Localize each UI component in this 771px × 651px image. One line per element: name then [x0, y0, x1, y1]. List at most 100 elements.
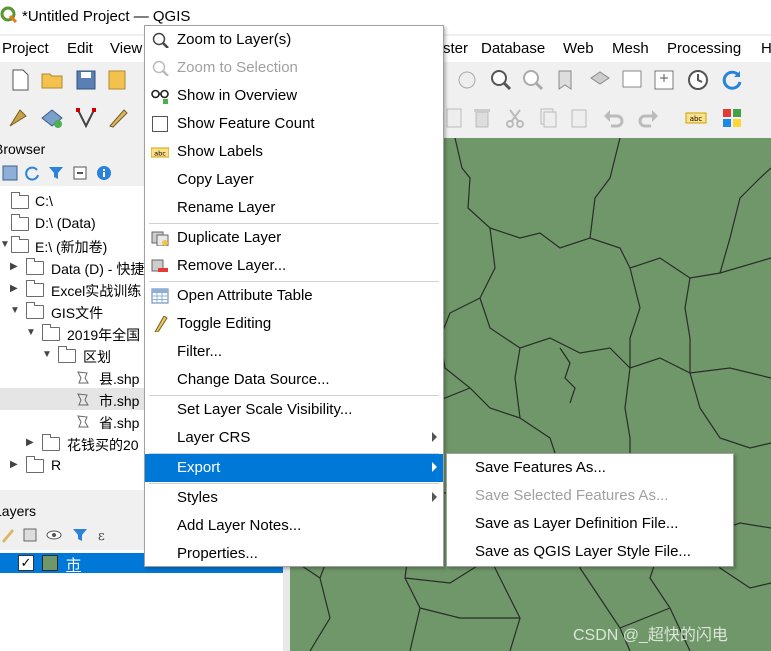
visibility-eye-icon[interactable] — [46, 527, 62, 543]
label-toolbar-icon[interactable]: abc — [684, 106, 708, 130]
new-project-icon[interactable] — [8, 68, 32, 92]
show-bookmarks-icon[interactable] — [588, 68, 612, 92]
submenu-arrow-icon — [432, 492, 437, 502]
folder-icon — [26, 456, 44, 473]
menu-add-layer-notes[interactable]: Add Layer Notes... — [145, 512, 443, 540]
zoom-native-icon[interactable] — [455, 68, 479, 92]
refresh-icon[interactable] — [720, 68, 744, 92]
properties-info-icon[interactable] — [96, 165, 112, 181]
menu-show-in-overview[interactable]: Show in Overview — [145, 82, 443, 110]
menu-change-data-source[interactable]: Change Data Source... — [145, 366, 443, 394]
zoom-layer-icon — [152, 32, 169, 48]
export-submenu: Save Features As... Save Selected Featur… — [446, 453, 734, 567]
edit-icon[interactable] — [444, 106, 468, 130]
shortcut-folder-icon — [26, 258, 44, 275]
add-group-icon[interactable] — [22, 527, 38, 543]
menu-copy-layer[interactable]: Copy Layer — [145, 166, 443, 194]
menu-save-selected-features-as[interactable]: Save Selected Features As... — [447, 482, 733, 510]
menu-processing[interactable]: Processing — [667, 40, 741, 57]
filter-browser-icon[interactable] — [48, 165, 64, 181]
menu-filter[interactable]: Filter... — [145, 338, 443, 366]
menu-edit[interactable]: Edit — [67, 40, 93, 57]
add-selected-icon[interactable] — [2, 165, 18, 181]
refresh-browser-icon[interactable] — [24, 165, 40, 181]
menu-zoom-to-selection[interactable]: Zoom to Selection — [145, 54, 443, 82]
delete-selected-icon[interactable] — [470, 106, 494, 130]
chevron-right-icon[interactable]: ▶ — [10, 283, 18, 294]
menu-layer-crs[interactable]: Layer CRS — [145, 424, 443, 452]
menu-zoom-to-layer[interactable]: Zoom to Layer(s) — [145, 26, 443, 54]
qgis-logo-icon — [0, 6, 18, 24]
menu-rename-layer[interactable]: Rename Layer — [145, 194, 443, 222]
digitize-pen-icon[interactable] — [106, 106, 130, 130]
new-map-view-icon[interactable] — [652, 68, 676, 92]
menu-project[interactable]: Project — [2, 40, 49, 57]
map-tips-icon[interactable] — [620, 68, 644, 92]
folder-icon — [11, 236, 29, 253]
layer-style-icon[interactable] — [6, 106, 30, 130]
copy-icon[interactable] — [536, 106, 560, 130]
folder-icon — [42, 434, 60, 451]
menu-show-feature-count[interactable]: Show Feature Count — [145, 110, 443, 138]
chevron-down-icon[interactable]: ▼ — [10, 305, 20, 316]
folder-icon — [11, 214, 29, 231]
menu-set-scale-visibility[interactable]: Set Layer Scale Visibility... — [145, 396, 443, 424]
menu-remove-layer[interactable]: Remove Layer... — [145, 252, 443, 280]
chevron-right-icon[interactable]: ▶ — [26, 437, 34, 448]
zoom-selection-icon — [152, 60, 169, 76]
menu-save-qgis-layer-style[interactable]: Save as QGIS Layer Style File... — [447, 538, 733, 566]
layers-title: Layers — [0, 503, 37, 519]
chevron-down-icon[interactable]: ▼ — [26, 327, 36, 338]
collapse-all-icon[interactable] — [72, 165, 88, 181]
pencil-icon — [154, 316, 168, 332]
save-project-icon[interactable] — [74, 68, 98, 92]
filter-legend-icon[interactable] — [72, 527, 88, 543]
layer-symbol-icon — [42, 555, 58, 571]
menu-properties[interactable]: Properties... — [145, 540, 443, 568]
cut-icon[interactable] — [503, 106, 527, 130]
undo-icon[interactable] — [602, 106, 626, 130]
menu-save-layer-definition[interactable]: Save as Layer Definition File... — [447, 510, 733, 538]
svg-text:ε: ε — [98, 529, 105, 543]
menu-view[interactable]: View — [110, 40, 142, 57]
menu-show-labels[interactable]: abc Show Labels — [145, 138, 443, 166]
overview-icon — [151, 89, 169, 104]
menu-database[interactable]: Database — [481, 40, 545, 57]
temporal-clock-icon[interactable] — [686, 68, 710, 92]
save-as-icon[interactable] — [106, 68, 130, 92]
menu-toggle-editing[interactable]: Toggle Editing — [145, 310, 443, 338]
style-panel-icon[interactable] — [0, 527, 16, 543]
menu-raster[interactable]: ster — [443, 40, 468, 57]
layer-name: 市 — [66, 557, 82, 574]
paste-icon[interactable] — [568, 106, 592, 130]
expression-filter-icon[interactable]: ε — [96, 527, 112, 543]
checkbox-icon[interactable] — [152, 116, 168, 132]
menu-mesh[interactable]: Mesh — [612, 40, 649, 57]
chevron-down-icon[interactable]: ▼ — [42, 349, 52, 360]
menu-help[interactable]: H — [761, 40, 771, 57]
layer-context-menu: Zoom to Layer(s) Zoom to Selection Show … — [144, 25, 444, 567]
open-project-icon[interactable] — [40, 68, 64, 92]
folder-icon — [26, 280, 44, 297]
zoom-layer-icon[interactable] — [489, 68, 513, 92]
diagram-icon[interactable] — [720, 106, 744, 130]
table-icon — [151, 288, 169, 304]
chevron-right-icon[interactable]: ▶ — [10, 261, 18, 272]
new-bookmark-icon[interactable] — [555, 68, 579, 92]
menu-styles[interactable]: Styles — [145, 484, 443, 512]
menu-duplicate-layer[interactable]: Duplicate Layer — [145, 224, 443, 252]
chevron-right-icon[interactable]: ▶ — [10, 459, 18, 470]
polygon-layer-icon — [77, 371, 89, 384]
svg-text:abc: abc — [154, 150, 166, 158]
menu-export[interactable]: Export — [145, 454, 443, 482]
folder-icon — [26, 302, 44, 319]
add-layer-icon[interactable] — [40, 106, 64, 130]
menu-open-attribute-table[interactable]: Open Attribute Table — [145, 282, 443, 310]
menu-save-features-as[interactable]: Save Features As... — [447, 454, 733, 482]
vertex-tool-icon[interactable] — [74, 106, 98, 130]
layer-visibility-checkbox[interactable]: ✓ — [18, 555, 34, 571]
chevron-down-icon[interactable]: ▼ — [0, 239, 10, 250]
zoom-selection-icon[interactable] — [521, 68, 545, 92]
redo-icon[interactable] — [636, 106, 660, 130]
menu-web[interactable]: Web — [563, 40, 594, 57]
